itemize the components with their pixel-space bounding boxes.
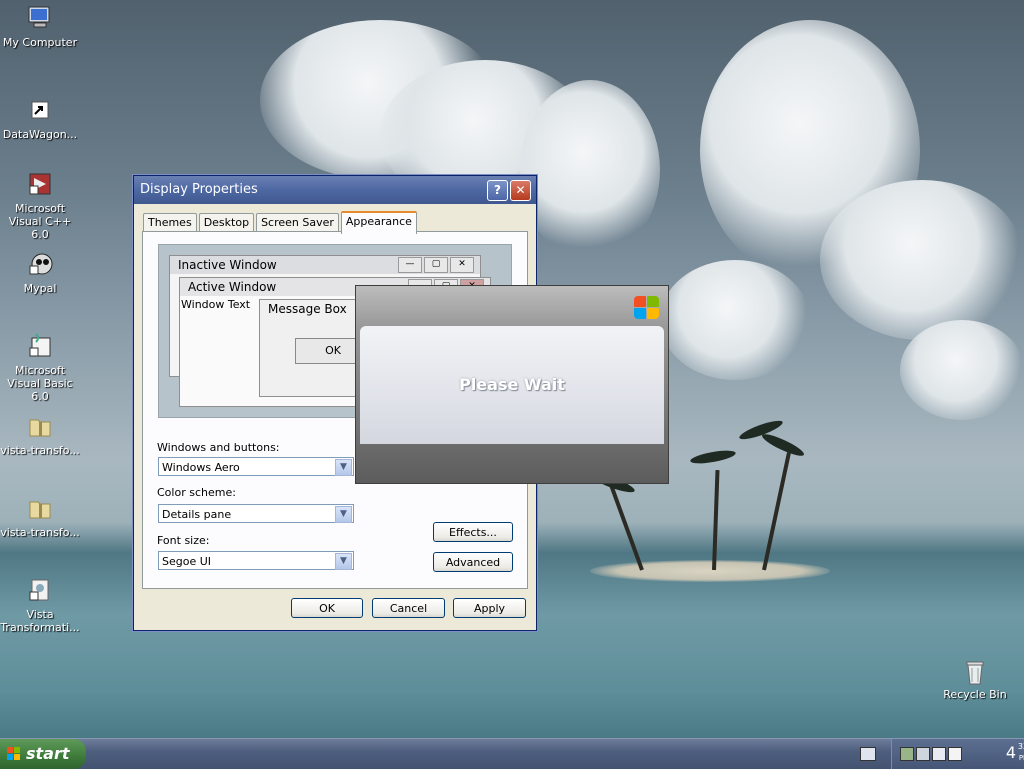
tray-app-icon[interactable] [948,747,962,761]
palm-frond [760,430,806,460]
network-icon[interactable] [900,747,914,761]
zip-folder-icon [26,494,54,522]
color-scheme-value: Details pane [162,508,232,521]
dialog-title: Display Properties [140,182,258,197]
cloud [900,320,1024,420]
desktop-icon-visual-basic[interactable]: Microsoft Visual Basic 6.0 [0,332,80,403]
tab-themes[interactable]: Themes [143,213,197,232]
clock-ampm: PM [1018,754,1024,762]
chevron-down-icon[interactable]: ▼ [335,506,352,523]
palm-trunk [762,452,791,571]
font-size-value: Segoe UI [162,555,212,568]
recycle-bin-icon [961,656,989,685]
desktop-icon-label: Microsoft Visual Basic 6.0 [7,364,73,403]
font-size-select[interactable]: Segoe UI ▼ [158,551,354,570]
desktop-icon-vista-zip-1[interactable]: vista-transfo... [0,412,80,457]
tab-strip: Themes Desktop Screen Saver Appearance [143,211,419,234]
tab-appearance[interactable]: Appearance [340,211,417,234]
desktop-icon-recycle-bin[interactable]: Recycle Bin [935,656,1015,701]
palm-trunk [712,469,720,571]
cloud [520,80,660,260]
system-tray: 4 33 PM [891,739,1024,769]
keyboard-icon[interactable] [860,747,876,761]
desktop-icon-label: Recycle Bin [943,688,1007,701]
maximize-icon: ▢ [424,257,448,273]
visual-cpp-icon [26,170,54,198]
start-button[interactable]: start [0,739,86,769]
tray-app-icon[interactable] [916,747,930,761]
desktop-icon-vista-zip-2[interactable]: vista-transfo... [0,494,80,539]
desktop-icon-vista-transformation[interactable]: Vista Transformati... [0,576,80,634]
desktop-icon-datawagon[interactable]: DataWagon... [0,96,80,141]
clock-minutes: 33 [1017,742,1024,751]
cancel-button[interactable]: Cancel [372,598,445,618]
desktop-icon-visual-cpp[interactable]: Microsoft Visual C++ 6.0 [0,170,80,241]
zip-folder-icon [26,412,54,440]
windows-buttons-select[interactable]: Windows Aero ▼ [158,457,354,476]
start-label: start [26,744,70,763]
desktop-icon-my-computer[interactable]: My Computer [0,4,80,49]
color-scheme-label: Color scheme: [157,486,236,499]
windows-flag-icon [7,747,21,761]
windows-buttons-label: Windows and buttons: [157,441,280,454]
windows-buttons-value: Windows Aero [162,461,240,474]
please-wait-popup: Please Wait [355,285,669,484]
ok-button[interactable]: OK [291,598,363,618]
cloud [660,260,810,380]
clock[interactable]: 4 33 PM [1005,742,1024,762]
help-button[interactable]: ? [487,180,508,201]
close-icon: ✕ [450,257,474,273]
advanced-button[interactable]: Advanced [433,552,513,572]
installer-icon [26,576,54,604]
computer-icon [26,4,54,32]
desktop-icon-label: Microsoft Visual C++ 6.0 [8,202,72,241]
mypal-icon [26,250,54,278]
tab-desktop[interactable]: Desktop [198,213,255,232]
color-scheme-select[interactable]: Details pane ▼ [158,504,354,523]
chevron-down-icon[interactable]: ▼ [335,553,352,570]
taskbar: start 4 33 PM [0,738,1024,769]
effects-button[interactable]: Effects... [433,522,513,542]
desktop-icon-label: Mypal [23,282,57,295]
palm-frond [689,448,737,466]
desktop-icon-label: vista-transfo... [0,444,80,457]
windows-logo-icon [632,294,660,320]
island [590,560,830,582]
preview-inactive-buttons: — ▢ ✕ [396,257,474,273]
visual-basic-icon [26,332,54,360]
tray-app-icon[interactable] [932,747,946,761]
desktop-icon-label: My Computer [2,36,78,49]
apply-button[interactable]: Apply [453,598,526,618]
please-wait-text: Please Wait [459,375,565,394]
font-size-label: Font size: [157,534,210,547]
desktop-icon-label: Vista Transformati... [0,608,80,634]
preview-window-text: Window Text [181,298,251,311]
minimize-icon: — [398,257,422,273]
desktop-icon-mypal[interactable]: Mypal [0,250,80,295]
chevron-down-icon[interactable]: ▼ [335,459,352,476]
desktop-icon-label: vista-transfo... [0,526,80,539]
tab-screen-saver[interactable]: Screen Saver [256,213,339,232]
desktop-icon-label: DataWagon... [2,128,78,141]
clock-hour: 4 [1005,743,1016,762]
shortcut-icon [26,96,54,124]
dialog-title-bar[interactable]: Display Properties ? ✕ [134,176,536,204]
close-button[interactable]: ✕ [510,180,531,201]
palm-trunk [609,484,644,571]
cloud [820,180,1024,340]
